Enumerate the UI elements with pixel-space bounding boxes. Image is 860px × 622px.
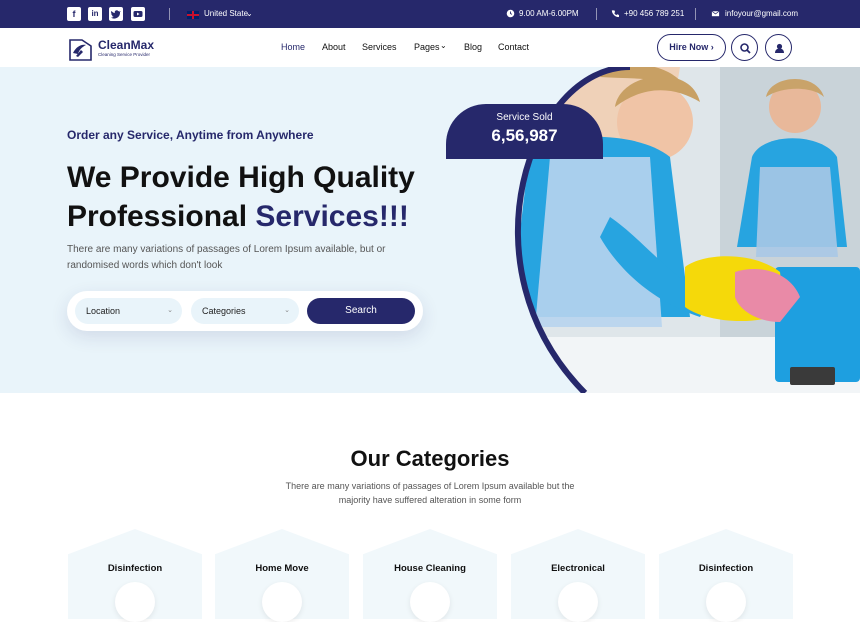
chevron-down-icon: ⌄ bbox=[167, 307, 173, 314]
facebook-icon[interactable]: f bbox=[67, 7, 81, 21]
nav-pages[interactable]: Pages bbox=[414, 42, 440, 52]
logo-icon[interactable] bbox=[68, 34, 93, 62]
chevron-down-icon[interactable]: ⌄ bbox=[440, 41, 447, 50]
brand-tagline: Cleaning Service Provider bbox=[98, 52, 151, 57]
service-sold-badge: Service Sold 6,56,987 bbox=[446, 104, 603, 159]
chevron-right-icon: › bbox=[710, 42, 714, 52]
location-select-label: Location bbox=[86, 306, 121, 316]
categories-description: There are many variations of passages of… bbox=[285, 481, 575, 505]
category-name: Disinfection bbox=[107, 563, 163, 574]
broom-icon bbox=[410, 582, 450, 622]
business-hours: 9.00 AM-6.00PM bbox=[519, 9, 579, 18]
categories-select[interactable]: Categories ⌄ bbox=[191, 298, 299, 324]
topbar-divider bbox=[695, 8, 696, 20]
twitter-icon[interactable] bbox=[109, 7, 123, 21]
hero-search-button[interactable]: Search bbox=[307, 298, 415, 324]
topbar-divider bbox=[169, 8, 170, 20]
nav-services[interactable]: Services bbox=[362, 42, 397, 52]
clock-icon bbox=[506, 9, 515, 20]
category-name: Home Move bbox=[255, 563, 309, 574]
location-select[interactable]: Location ⌄ bbox=[75, 298, 182, 324]
nav-blog[interactable]: Blog bbox=[464, 42, 482, 52]
hire-now-button[interactable]: Hire Now › bbox=[657, 34, 726, 61]
youtube-icon[interactable] bbox=[131, 7, 145, 21]
nav-home[interactable]: Home bbox=[281, 42, 305, 52]
hero-description: There are many variations of passages of… bbox=[67, 244, 386, 271]
account-button[interactable] bbox=[765, 34, 792, 61]
category-name: House Cleaning bbox=[394, 563, 466, 574]
electrical-icon bbox=[558, 582, 598, 622]
phone-number[interactable]: +90 456 789 251 bbox=[624, 9, 684, 18]
search-icon bbox=[740, 43, 751, 54]
service-sold-label: Service Sold bbox=[496, 112, 553, 123]
chevron-down-icon[interactable]: ⌄ bbox=[246, 9, 253, 18]
uk-flag-icon bbox=[187, 11, 199, 19]
email-address[interactable]: infoyour@gmail.com bbox=[725, 9, 798, 18]
brand-name[interactable]: CleanMax bbox=[98, 38, 154, 52]
service-sold-value: 6,56,987 bbox=[491, 126, 558, 145]
region-selector[interactable]: United State bbox=[204, 9, 248, 18]
categories-title: Our Categories bbox=[350, 446, 510, 471]
nav-contact[interactable]: Contact bbox=[498, 42, 529, 52]
mail-icon bbox=[711, 9, 720, 20]
hire-now-label: Hire Now bbox=[669, 42, 709, 52]
phone-icon bbox=[611, 9, 620, 20]
hero-title-highlight: Services!!! bbox=[255, 200, 409, 233]
truck-icon bbox=[262, 582, 302, 622]
hero-tagline: Order any Service, Anytime from Anywhere bbox=[67, 128, 314, 142]
nav-about[interactable]: About bbox=[322, 42, 346, 52]
category-name: Disinfection bbox=[698, 563, 754, 574]
hero-title: We Provide High Quality Professional Ser… bbox=[67, 158, 447, 236]
chevron-down-icon: ⌄ bbox=[284, 307, 290, 314]
categories-select-label: Categories bbox=[202, 306, 246, 316]
disinfection-icon bbox=[706, 582, 746, 622]
topbar-divider bbox=[596, 8, 597, 20]
user-icon bbox=[775, 43, 784, 53]
search-button[interactable] bbox=[731, 34, 758, 61]
linkedin-icon[interactable]: in bbox=[88, 7, 102, 21]
category-name: Electronical bbox=[551, 563, 605, 574]
disinfection-icon bbox=[115, 582, 155, 622]
